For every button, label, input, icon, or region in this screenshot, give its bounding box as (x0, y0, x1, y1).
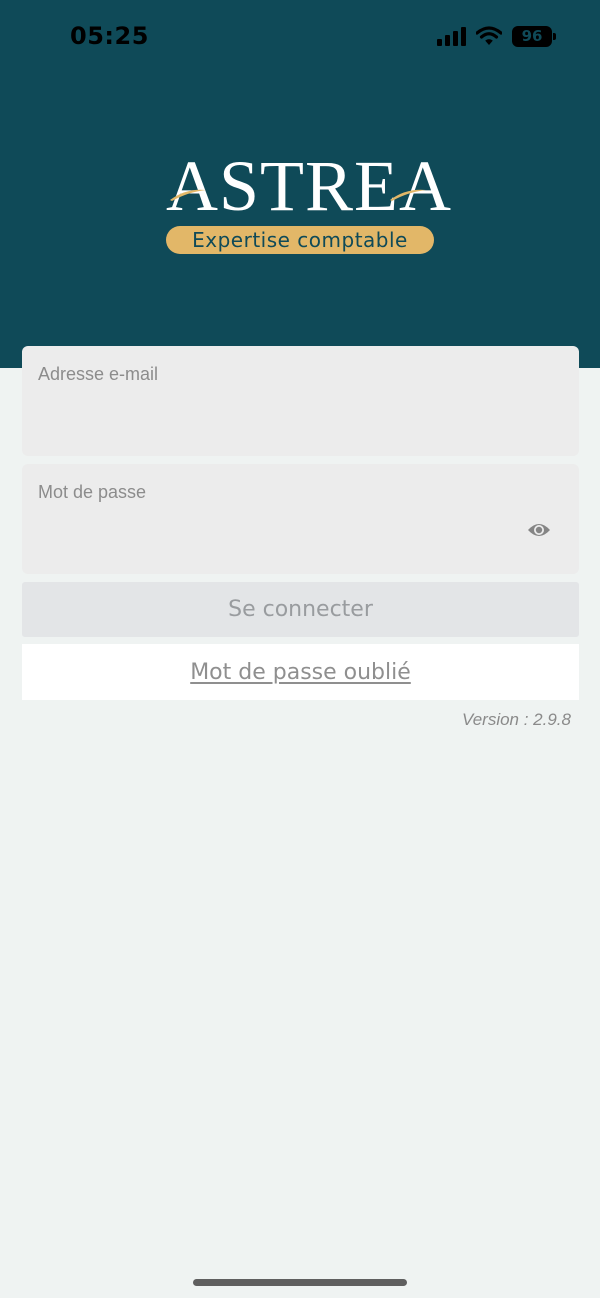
email-input[interactable] (38, 396, 518, 436)
signal-icon (437, 26, 466, 46)
logo-tagline: Expertise comptable (166, 226, 434, 254)
status-bar: 05:25 96 (0, 0, 600, 72)
password-label: Mot de passe (38, 482, 147, 502)
wifi-icon (476, 26, 502, 45)
status-icons: 96 (437, 24, 556, 48)
astrea-logo: ASTREA Expertise comptable (166, 148, 451, 258)
logo-swash-left-icon (170, 189, 206, 201)
logo-swash-right-icon (390, 189, 426, 201)
login-button[interactable]: Se connecter (22, 582, 579, 637)
eye-icon[interactable] (527, 521, 551, 539)
password-field[interactable]: Mot de passe (22, 464, 579, 574)
battery-level: 96 (521, 26, 543, 45)
header-banner: 05:25 96 ASTREA Expertise comptable (0, 0, 600, 368)
email-field[interactable]: Adresse e-mail (22, 346, 579, 456)
forgot-password-row: Mot de passe oublié (22, 644, 579, 700)
password-input[interactable] (38, 514, 518, 554)
forgot-password-link[interactable]: Mot de passe oublié (190, 660, 411, 685)
email-label: Adresse e-mail (38, 364, 159, 384)
login-form: Adresse e-mail Mot de passe Se connecter… (22, 346, 579, 730)
status-time: 05:25 (70, 22, 149, 50)
battery-icon: 96 (512, 25, 556, 47)
version-text: Version : 2.9.8 (462, 710, 571, 729)
home-indicator (193, 1279, 407, 1286)
